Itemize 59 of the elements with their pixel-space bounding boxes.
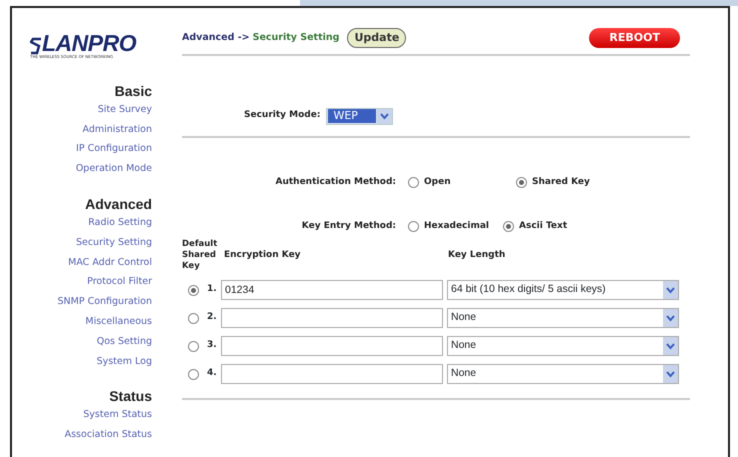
sidebar-link[interactable]: Administration — [16, 120, 152, 140]
radio-button[interactable] — [188, 340, 199, 352]
radio-button[interactable] — [408, 177, 419, 188]
encryption-key-field[interactable] — [221, 364, 443, 384]
radio-option[interactable]: Ascii Text — [503, 220, 613, 233]
key-length-dropdown[interactable]: None — [447, 364, 679, 384]
sidebar-link[interactable]: Security Setting — [16, 232, 152, 253]
radio-button[interactable] — [408, 220, 419, 232]
sidebar-link[interactable]: System Log — [16, 352, 152, 372]
breadcrumb-section: Advanced -> — [182, 30, 250, 46]
radio-button[interactable] — [188, 368, 199, 380]
column-header: Encryption Key — [224, 248, 302, 262]
row-number: 2. — [207, 311, 218, 324]
encryption-key-field[interactable]: 01234 — [221, 280, 443, 300]
sidebar-link[interactable]: Miscellaneous — [16, 312, 152, 332]
sidebar-link[interactable]: Qos Setting — [16, 332, 152, 352]
field-label: Security Mode: — [244, 109, 320, 122]
sidebar-heading: Status — [108, 387, 152, 406]
radio-button[interactable] — [188, 312, 199, 324]
sidebar-link[interactable]: IP Configuration — [16, 139, 152, 160]
encryption-key-field[interactable] — [221, 308, 443, 328]
key-length-dropdown[interactable]: None — [447, 336, 679, 356]
caret-icon — [663, 309, 678, 327]
radio-option[interactable]: Shared Key — [516, 176, 626, 190]
key-length-dropdown[interactable]: 64 bit (10 hex digits/ 5 ascii keys) — [447, 280, 679, 300]
sidebar-link[interactable]: Association Status — [16, 425, 152, 445]
field-label: Key Entry Method: — [300, 220, 396, 232]
radio-button[interactable] — [188, 284, 199, 296]
sidebar-link[interactable]: Protocol Filter — [16, 272, 152, 292]
caret-icon — [663, 281, 678, 299]
row-number: 1. — [207, 283, 218, 296]
radio-button[interactable] — [516, 177, 527, 188]
sidebar-link[interactable]: MAC Addr Control — [16, 252, 152, 272]
logo-icon — [30, 37, 42, 55]
row-number: 4. — [207, 367, 218, 380]
sidebar-link[interactable]: System Status — [16, 405, 152, 426]
column-header: Key Length — [448, 248, 506, 262]
radio-option[interactable]: Hexadecimal — [408, 220, 503, 233]
breadcrumb-page: Security Setting — [252, 30, 340, 45]
radio-option[interactable]: Open — [408, 176, 516, 190]
sidebar-link[interactable]: Radio Setting — [16, 212, 152, 233]
column-header: Default Shared Key — [182, 239, 218, 272]
sidebar-link[interactable]: Site Survey — [16, 100, 152, 120]
sidebar-heading: Basic — [114, 82, 152, 100]
caret-icon — [663, 337, 678, 355]
row-number: 3. — [207, 339, 218, 352]
caret-icon — [663, 365, 678, 383]
reboot-button[interactable]: REBOOT — [589, 28, 680, 48]
field-label: Authentication Method: — [274, 176, 396, 189]
sidebar-heading: Advanced — [84, 194, 152, 213]
key-length-dropdown[interactable]: None — [447, 308, 679, 328]
radio-button[interactable] — [503, 220, 514, 232]
sidebar-link[interactable]: Operation Mode — [16, 159, 152, 179]
caret-icon — [377, 108, 392, 124]
encryption-key-field[interactable] — [221, 336, 443, 356]
security-mode-dropdown[interactable]: WEP — [326, 108, 394, 124]
sidebar-link[interactable]: SNMP Configuration — [16, 292, 152, 312]
logo-text: LANPRO — [42, 32, 136, 55]
update-button[interactable]: Update — [347, 28, 406, 48]
